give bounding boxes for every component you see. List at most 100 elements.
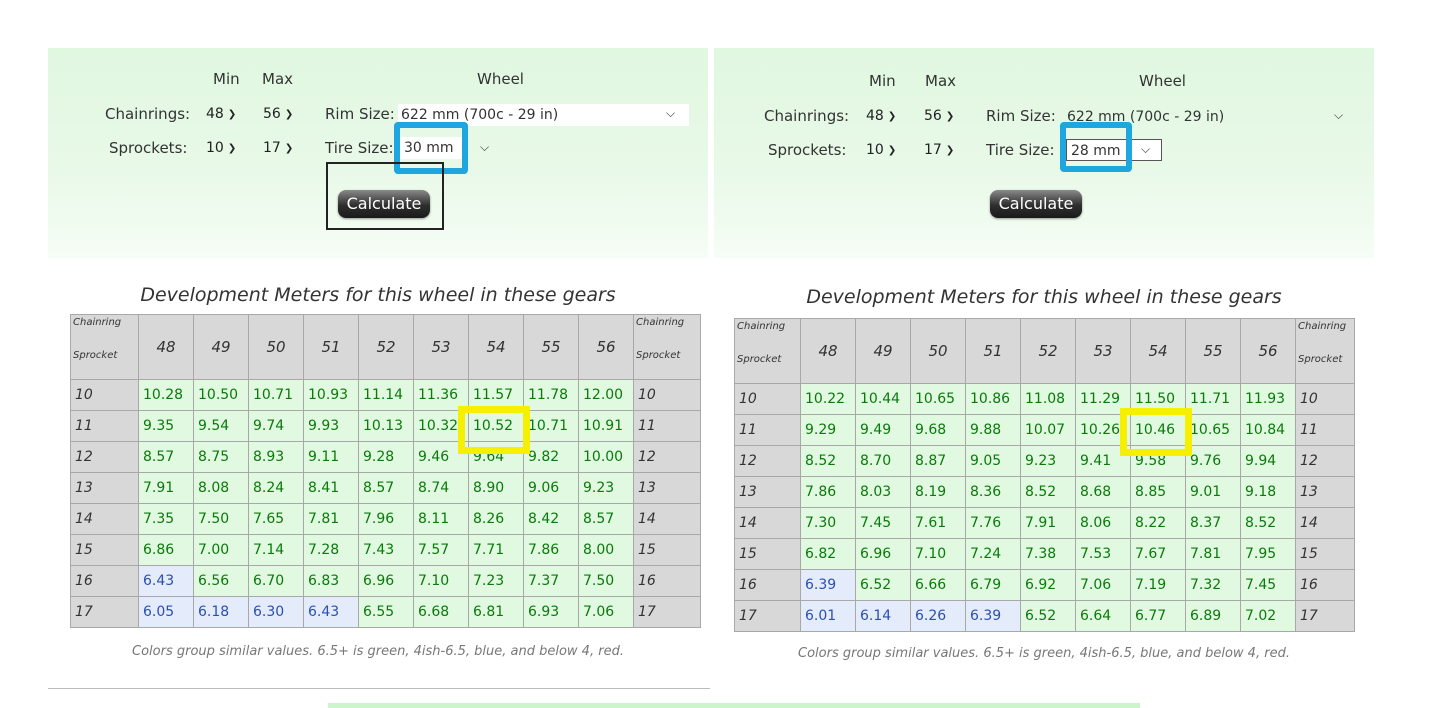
tire-size-label: Tire Size: bbox=[986, 141, 1055, 159]
development-cell: 9.49 bbox=[855, 414, 911, 446]
development-cell: 8.42 bbox=[523, 503, 579, 535]
footer-bar bbox=[328, 703, 1140, 708]
development-cell: 6.89 bbox=[1185, 600, 1241, 632]
development-cell: 11.78 bbox=[523, 379, 579, 411]
chainrings-label: Chainrings: bbox=[105, 105, 191, 123]
sprocket-label: 12 bbox=[70, 441, 139, 473]
sprocket-label: 14 bbox=[1295, 507, 1355, 539]
chainring-header: 54 bbox=[1130, 318, 1186, 384]
development-cell: 7.10 bbox=[413, 565, 469, 597]
development-cell: 10.65 bbox=[1185, 414, 1241, 446]
development-cell: 6.79 bbox=[965, 569, 1021, 601]
sprocket-max-select[interactable]: 17 ❯ bbox=[263, 140, 293, 156]
development-cell: 7.96 bbox=[358, 503, 414, 535]
development-cell: 7.71 bbox=[468, 534, 524, 566]
chainring-header: 55 bbox=[1185, 318, 1241, 384]
table-row: 15 6.86 7.00 7.14 7.28 7.43 7.57 7.71 7.86 8.00 15 bbox=[70, 534, 701, 566]
development-cell: 7.02 bbox=[1240, 600, 1296, 632]
chainring-max-select[interactable]: 56 ❯ bbox=[263, 106, 293, 122]
development-cell: 8.22 bbox=[1130, 507, 1186, 539]
table-row: 10 10.22 10.44 10.65 10.86 11.08 11.29 11.50 11.… bbox=[734, 383, 1355, 415]
sprocket-min-select[interactable]: 10 ❯ bbox=[866, 142, 896, 158]
development-cell: 8.87 bbox=[910, 445, 966, 477]
table-row: 12 8.57 8.75 8.93 9.11 9.28 9.46 9.64 9.82 10.00 1… bbox=[70, 441, 701, 473]
table-row: 14 7.35 7.50 7.65 7.81 7.96 8.11 8.26 8.42 8.57 14 bbox=[70, 503, 701, 535]
development-cell: 9.76 bbox=[1185, 445, 1241, 477]
chevron-down-icon: ⌵ bbox=[666, 106, 676, 120]
chevron-down-icon: ❯ bbox=[227, 109, 237, 120]
development-cell: 7.50 bbox=[578, 565, 634, 597]
sprocket-label: 11 bbox=[734, 414, 801, 446]
sprocket-max-select[interactable]: 17 ❯ bbox=[924, 142, 954, 158]
sprocket-label: 14 bbox=[734, 507, 801, 539]
sprocket-axis-label: Sprocket bbox=[636, 350, 681, 361]
development-cell: 7.81 bbox=[1185, 538, 1241, 570]
development-cell: 6.52 bbox=[855, 569, 911, 601]
development-cell: 7.28 bbox=[303, 534, 359, 566]
development-cell: 8.41 bbox=[303, 472, 359, 504]
chainring-header: 50 bbox=[248, 314, 304, 380]
development-cell: 7.19 bbox=[1130, 569, 1186, 601]
development-cell: 7.23 bbox=[468, 565, 524, 597]
tire-size-highlight bbox=[1060, 122, 1132, 172]
chainring-min-select[interactable]: 48 ❯ bbox=[866, 108, 896, 124]
development-cell: 8.11 bbox=[413, 503, 469, 535]
development-cell: 6.30 bbox=[248, 596, 304, 628]
development-cell: 10.28 bbox=[138, 379, 194, 411]
sprocket-min-select[interactable]: 10 ❯ bbox=[206, 140, 236, 156]
development-cell: 6.77 bbox=[1130, 600, 1186, 632]
sprocket-label: 15 bbox=[633, 534, 701, 566]
sprocket-label: 10 bbox=[633, 379, 701, 411]
chevron-down-icon: ⌵ bbox=[480, 140, 490, 154]
development-cell: 8.00 bbox=[578, 534, 634, 566]
table-row: 10 10.28 10.50 10.71 10.93 11.14 11.36 11.57 11.… bbox=[70, 379, 701, 411]
development-cell: 7.91 bbox=[138, 472, 194, 504]
min-header: Min bbox=[213, 70, 240, 88]
development-cell: 9.18 bbox=[1240, 476, 1296, 508]
calculate-button[interactable]: Calculate bbox=[990, 190, 1082, 218]
development-cell: 6.70 bbox=[248, 565, 304, 597]
sprocket-label: 12 bbox=[1295, 445, 1355, 477]
calculator-panel-left: Min Max Wheel Chainrings: 48 ❯ 56 ❯ Rim Si… bbox=[48, 48, 710, 698]
development-cell: 6.55 bbox=[358, 596, 414, 628]
chainring-max-select[interactable]: 56 ❯ bbox=[924, 108, 954, 124]
calculate-button[interactable]: Calculate bbox=[338, 190, 430, 218]
table-row: 17 6.05 6.18 6.30 6.43 6.55 6.68 6.81 6.93 7.06 17 bbox=[70, 596, 701, 628]
sprocket-label: 13 bbox=[734, 476, 801, 508]
development-cell: 7.37 bbox=[523, 565, 579, 597]
development-cell: 10.71 bbox=[523, 410, 579, 442]
sprocket-label: 14 bbox=[70, 503, 139, 535]
gear-form: Min Max Wheel Chainrings: 48 ❯ 56 ❯ Rim Si… bbox=[48, 48, 708, 258]
development-cell: 9.28 bbox=[358, 441, 414, 473]
development-cell: 6.83 bbox=[303, 565, 359, 597]
development-cell: 8.52 bbox=[1240, 507, 1296, 539]
sprocket-label: 16 bbox=[633, 565, 701, 597]
development-cell: 8.37 bbox=[1185, 507, 1241, 539]
development-cell: 6.39 bbox=[800, 569, 856, 601]
chainring-header: 53 bbox=[1075, 318, 1131, 384]
chainring-header: 55 bbox=[523, 314, 579, 380]
table-title: Development Meters for this wheel in the… bbox=[806, 286, 1282, 308]
chevron-down-icon: ⌵ bbox=[1141, 142, 1151, 156]
value-highlight bbox=[1120, 408, 1192, 456]
chevron-down-icon: ❯ bbox=[887, 111, 897, 122]
development-cell: 10.13 bbox=[358, 410, 414, 442]
chainring-axis-label: Chainring bbox=[636, 317, 685, 328]
development-cell: 6.68 bbox=[413, 596, 469, 628]
chainring-header: 52 bbox=[358, 314, 414, 380]
rim-size-label: Rim Size: bbox=[325, 105, 395, 123]
sprocket-axis-label: Sprocket bbox=[1298, 354, 1343, 365]
development-cell: 8.57 bbox=[578, 503, 634, 535]
development-cell: 7.53 bbox=[1075, 538, 1131, 570]
sprocket-label: 11 bbox=[70, 410, 139, 442]
chainring-min-select[interactable]: 48 ❯ bbox=[206, 106, 236, 122]
corner-header: Chainring Sprocket bbox=[633, 314, 701, 380]
table-row: 11 9.35 9.54 9.74 9.93 10.13 10.32 10.52 10.71 10… bbox=[70, 410, 701, 442]
sprocket-label: 10 bbox=[70, 379, 139, 411]
development-cell: 9.82 bbox=[523, 441, 579, 473]
chevron-down-icon: ⌵ bbox=[1334, 108, 1344, 122]
development-cell: 8.90 bbox=[468, 472, 524, 504]
development-cell: 7.91 bbox=[1020, 507, 1076, 539]
sprocket-label: 15 bbox=[70, 534, 139, 566]
development-cell: 8.24 bbox=[248, 472, 304, 504]
